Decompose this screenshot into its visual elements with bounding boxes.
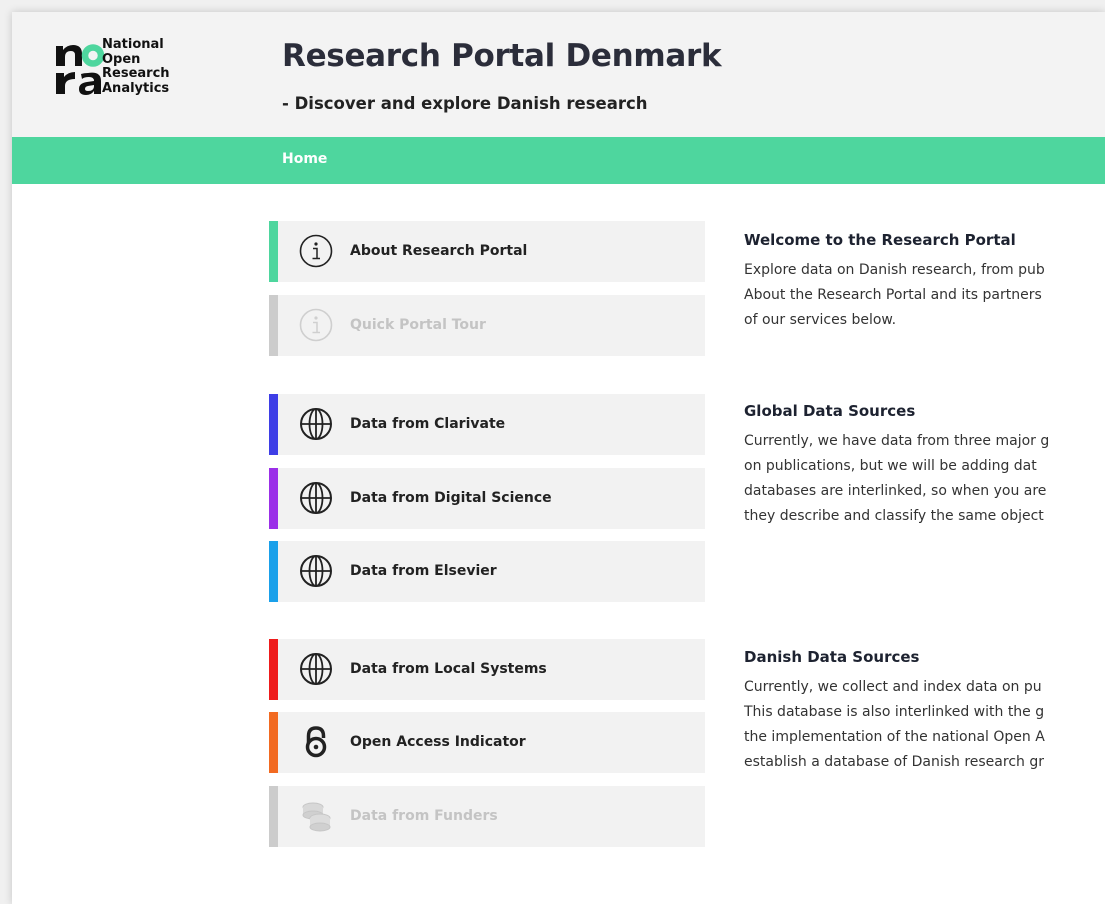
data-from-clarivate-label: Data from Clarivate xyxy=(350,416,506,432)
welcome-text-line: Explore data on Danish research, from pu… xyxy=(744,262,1045,278)
logo-line-research: Research xyxy=(102,66,170,81)
browser-page: National Open Research Analytics Researc… xyxy=(12,12,1105,904)
globe-icon xyxy=(300,482,332,514)
data-from-clarivate-button[interactable]: Data from Clarivate xyxy=(269,394,705,455)
danish-text-line: the implementation of the national Open … xyxy=(744,729,1045,745)
welcome-heading: Welcome to the Research Portal xyxy=(744,231,1016,249)
data-from-digital-science-button[interactable]: Data from Digital Science xyxy=(269,468,705,529)
global-text-line: they describe and classify the same obje… xyxy=(744,508,1044,524)
data-from-local-systems-label: Data from Local Systems xyxy=(350,661,547,677)
danish-text-line: Currently, we collect and index data on … xyxy=(744,679,1042,695)
global-data-sources-section: Global Data Sources Currently, we have d… xyxy=(744,402,1105,529)
open-access-icon xyxy=(305,726,327,758)
quick-portal-tour-button[interactable]: Quick Portal Tour xyxy=(269,295,705,356)
global-data-sources-heading: Global Data Sources xyxy=(744,402,916,420)
open-access-indicator-button[interactable]: Open Access Indicator xyxy=(269,712,705,773)
global-text-line: on publications, but we will be adding d… xyxy=(744,458,1037,474)
globe-icon xyxy=(300,555,332,587)
data-from-elsevier-button[interactable]: Data from Elsevier xyxy=(269,541,705,602)
welcome-text-line: About the Research Portal and its partne… xyxy=(744,287,1042,303)
welcome-section: Welcome to the Research Portal Explore d… xyxy=(744,231,1105,333)
info-icon xyxy=(299,234,333,268)
about-research-portal-label: About Research Portal xyxy=(350,243,528,259)
page-subtitle: - Discover and explore Danish research xyxy=(282,94,648,113)
danish-data-sources-section: Danish Data Sources Currently, we collec… xyxy=(744,648,1105,775)
globe-icon xyxy=(300,408,332,440)
danish-text-line: This database is also interlinked with t… xyxy=(744,704,1045,720)
data-from-funders-button[interactable]: Data from Funders xyxy=(269,786,705,847)
danish-text-line: establish a database of Danish research … xyxy=(744,754,1044,770)
nav-home-link[interactable]: Home xyxy=(282,151,327,167)
logo-line-open: Open xyxy=(102,51,141,67)
logo-line-analytics: Analytics xyxy=(102,80,170,96)
open-access-indicator-label: Open Access Indicator xyxy=(350,734,526,750)
data-from-funders-label: Data from Funders xyxy=(350,808,498,824)
globe-icon xyxy=(300,653,332,685)
data-from-elsevier-label: Data from Elsevier xyxy=(350,563,497,579)
data-from-digital-science-label: Data from Digital Science xyxy=(350,490,552,506)
danish-data-sources-heading: Danish Data Sources xyxy=(744,648,920,666)
coins-icon xyxy=(302,802,331,832)
logo-line-national: National xyxy=(102,37,164,52)
main-navbar: Home xyxy=(12,137,1105,184)
about-research-portal-button[interactable]: About Research Portal xyxy=(269,221,705,282)
global-text-line: Currently, we have data from three major… xyxy=(744,433,1050,449)
quick-portal-tour-label: Quick Portal Tour xyxy=(350,317,486,333)
welcome-text-line: of our services below. xyxy=(744,312,897,328)
info-icon xyxy=(299,308,333,342)
global-text-line: databases are interlinked, so when you a… xyxy=(744,483,1047,499)
logo-name: National Open Research Analytics xyxy=(102,37,170,96)
page-title: Research Portal Denmark xyxy=(282,38,722,74)
data-from-local-systems-button[interactable]: Data from Local Systems xyxy=(269,639,705,700)
site-header: National Open Research Analytics Researc… xyxy=(12,12,1105,137)
